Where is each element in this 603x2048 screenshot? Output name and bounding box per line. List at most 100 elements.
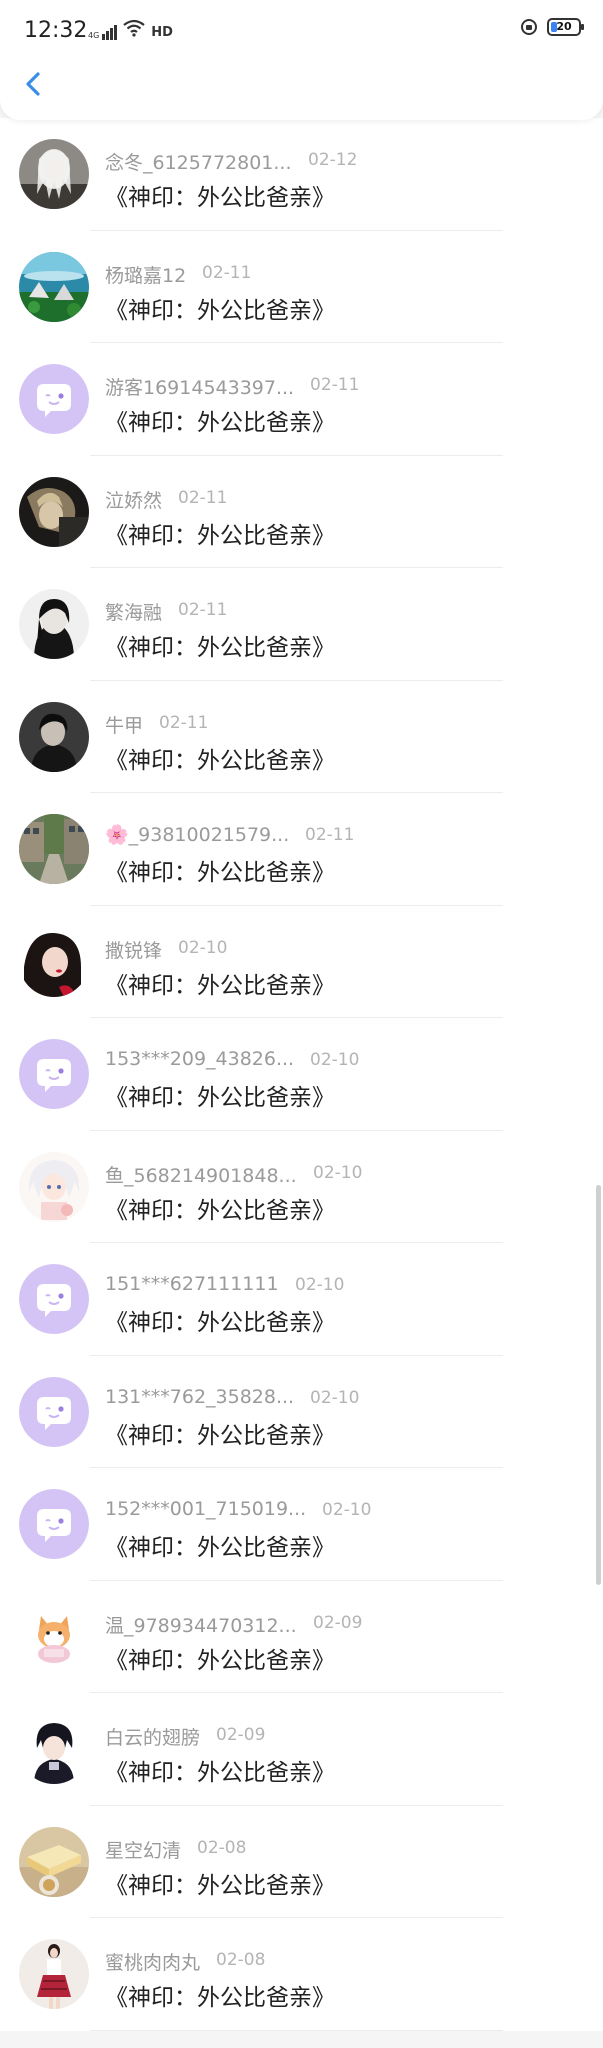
comment-date: 02-10 — [313, 1162, 363, 1183]
comment-text: 《神印：外公比爸亲》 — [105, 1985, 335, 2011]
wifi-icon — [123, 19, 145, 40]
username[interactable]: 念冬_6125772801... — [105, 148, 292, 175]
avatar[interactable] — [19, 1714, 89, 1784]
status-bar: 12:32 4G HD 20 — [0, 0, 603, 60]
username[interactable]: 泣娇然 — [105, 486, 162, 513]
avatar[interactable] — [19, 1939, 89, 2009]
comment-row[interactable]: 153***209_43826... 02-10 《神印：外公比爸亲》 — [0, 1018, 603, 1131]
comment-row[interactable]: 杨璐嘉12 02-11 《神印：外公比爸亲》 — [0, 230, 603, 343]
comment-text: 《神印：外公比爸亲》 — [105, 972, 335, 999]
comment-row[interactable]: 念冬_6125772801... 02-12 《神印：外公比爸亲》 — [0, 118, 603, 231]
comment-row[interactable]: 白云的翅膀 02-09 《神印：外公比爸亲》 — [0, 1693, 603, 1806]
username[interactable]: 牛甲 — [105, 711, 143, 738]
comment-row[interactable]: 牛甲 02-11 《神印：外公比爸亲》 — [0, 680, 603, 793]
comment-row[interactable]: 蜜桃肉肉丸 02-08 《神印：外公比爸亲》 — [0, 1918, 603, 2031]
avatar[interactable] — [19, 1826, 89, 1897]
comment-row[interactable]: 131***762_35828... 02-10 《神印：外公比爸亲》 — [0, 1355, 603, 1468]
top-bar: 12:32 4G HD 20 — [0, 0, 603, 120]
avatar[interactable] — [19, 1376, 89, 1447]
username[interactable]: 撒锐锋 — [105, 936, 162, 963]
username[interactable]: 152***001_715019... — [105, 1498, 306, 1520]
comment-date: 02-09 — [216, 1725, 266, 1745]
comment-date: 02-12 — [308, 150, 358, 170]
comment-text: 《神印：外公比爸亲》 — [105, 297, 335, 324]
comment-text: 《神印：外公比爸亲》 — [105, 1197, 335, 1224]
comment-date: 02-10 — [310, 1387, 360, 1408]
comment-row[interactable]: 游客16914543397... 02-11 《神印：外公比爸亲》 — [0, 343, 603, 456]
username[interactable]: 151***627111111 — [105, 1273, 279, 1295]
comment-date: 02-09 — [313, 1612, 363, 1633]
comment-text: 《神印：外公比爸亲》 — [105, 522, 335, 549]
comment-date: 02-10 — [322, 1500, 372, 1520]
rotation-lock-icon — [521, 19, 537, 35]
comment-date: 02-11 — [178, 487, 228, 508]
status-icons-left: 4G HD — [88, 19, 173, 40]
comment-row[interactable]: 🌸_93810021579... 02-11 《神印：外公比爸亲》 — [0, 793, 603, 906]
comment-date: 02-10 — [295, 1275, 345, 1295]
avatar[interactable] — [19, 364, 89, 434]
comment-text: 《神印：外公比爸亲》 — [105, 1422, 335, 1449]
avatar[interactable] — [19, 251, 89, 322]
avatar[interactable] — [19, 1264, 89, 1334]
avatar[interactable] — [19, 476, 89, 547]
chevron-left-icon — [26, 72, 40, 96]
username[interactable]: 繁海融 — [105, 598, 162, 625]
username[interactable]: 温_978934470312... — [105, 1611, 297, 1638]
scrollbar[interactable] — [596, 1185, 601, 1585]
comment-text: 《神印：外公比爸亲》 — [105, 747, 335, 774]
comment-text: 《神印：外公比爸亲》 — [105, 1872, 335, 1899]
comment-date: 02-11 — [310, 375, 360, 395]
comment-text: 《神印：外公比爸亲》 — [105, 1535, 335, 1561]
comment-text: 《神印：外公比爸亲》 — [105, 410, 335, 436]
comment-row[interactable]: 152***001_715019... 02-10 《神印：外公比爸亲》 — [0, 1468, 603, 1581]
avatar[interactable] — [19, 701, 89, 772]
username[interactable]: 杨璐嘉12 — [105, 261, 186, 288]
comment-text: 《神印：外公比爸亲》 — [105, 1085, 335, 1111]
comment-text: 《神印：外公比爸亲》 — [105, 1647, 335, 1674]
back-button[interactable] — [14, 64, 54, 104]
comment-text: 《神印：外公比爸亲》 — [105, 635, 335, 661]
avatar[interactable] — [19, 139, 89, 209]
comment-row[interactable]: 繁海融 02-11 《神印：外公比爸亲》 — [0, 568, 603, 681]
avatar[interactable] — [19, 926, 89, 997]
status-icons-right: 20 — [521, 18, 584, 36]
username[interactable]: 131***762_35828... — [105, 1386, 294, 1408]
hd-icon: HD — [151, 25, 173, 40]
battery-icon: 20 — [547, 18, 584, 36]
comment-row[interactable]: 151***627111111 02-10 《神印：外公比爸亲》 — [0, 1243, 603, 1356]
comment-date: 02-08 — [197, 1837, 247, 1858]
comment-date: 02-11 — [202, 262, 252, 283]
comment-row[interactable]: 泣娇然 02-11 《神印：外公比爸亲》 — [0, 455, 603, 568]
username[interactable]: 鱼_568214901848... — [105, 1161, 297, 1188]
comment-text: 《神印：外公比爸亲》 — [105, 185, 335, 211]
avatar[interactable] — [19, 1039, 89, 1109]
username[interactable]: 游客16914543397... — [105, 373, 294, 400]
comment-row[interactable]: 温_978934470312... 02-09 《神印：外公比爸亲》 — [0, 1580, 603, 1693]
comment-date: 02-10 — [310, 1050, 360, 1070]
battery-text: 20 — [556, 20, 572, 33]
comment-date: 02-08 — [216, 1950, 266, 1970]
comment-text: 《神印：外公比爸亲》 — [105, 860, 335, 886]
status-time: 12:32 — [24, 18, 88, 43]
avatar[interactable] — [19, 1489, 89, 1559]
comment-date: 02-11 — [305, 825, 355, 845]
comment-row[interactable]: 撒锐锋 02-10 《神印：外公比爸亲》 — [0, 905, 603, 1018]
username[interactable]: 星空幻清 — [105, 1836, 181, 1863]
username[interactable]: 153***209_43826... — [105, 1048, 294, 1070]
comment-date: 02-11 — [178, 600, 228, 620]
username[interactable]: 🌸_93810021579... — [105, 823, 289, 846]
avatar[interactable] — [19, 814, 89, 884]
comment-list: 念冬_6125772801... 02-12 《神印：外公比爸亲》 杨璐嘉12 02-1… — [0, 118, 603, 2031]
comment-row[interactable]: 鱼_568214901848... 02-10 《神印：外公比爸亲》 — [0, 1130, 603, 1243]
comment-date: 02-11 — [159, 712, 209, 733]
avatar[interactable] — [19, 1151, 89, 1222]
username[interactable]: 白云的翅膀 — [105, 1723, 200, 1750]
signal-icon: 4G — [88, 25, 118, 40]
avatar[interactable] — [19, 589, 89, 659]
comment-text: 《神印：外公比爸亲》 — [105, 1760, 335, 1786]
username[interactable]: 蜜桃肉肉丸 — [105, 1948, 200, 1975]
comment-text: 《神印：外公比爸亲》 — [105, 1310, 335, 1336]
comment-row[interactable]: 星空幻清 02-08 《神印：外公比爸亲》 — [0, 1805, 603, 1918]
avatar[interactable] — [19, 1601, 89, 1672]
divider — [90, 2029, 503, 2031]
